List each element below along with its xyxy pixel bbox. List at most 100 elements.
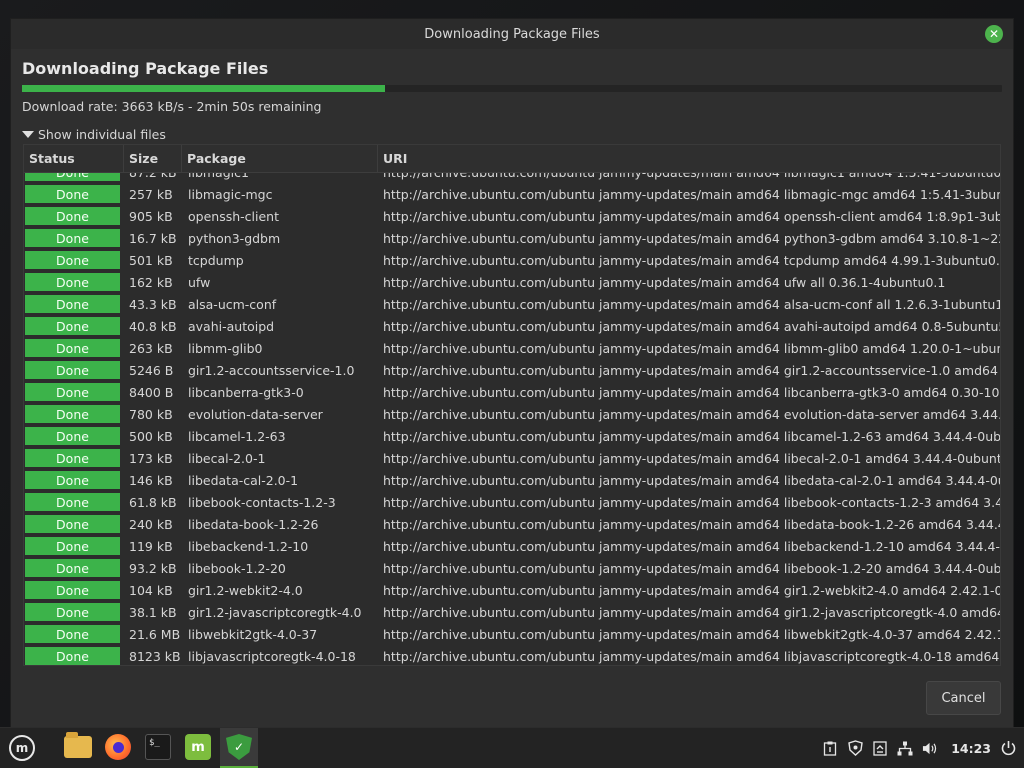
table-row[interactable]: Done 21.6 MB libwebkit2gtk-4.0-37 http://ar… — [24, 623, 1000, 645]
uri-cell: http://archive.ubuntu.com/ubuntu jammy-u… — [383, 362, 1000, 378]
status-cell: Done — [24, 603, 124, 621]
status-badge: Done — [25, 185, 120, 203]
uri-cell: http://archive.ubuntu.com/ubuntu jammy-u… — [383, 450, 1000, 466]
column-header-status[interactable]: Status — [24, 145, 124, 172]
table-rows: Done 87.2 kBlibmagic1 http://archive.ubunt… — [24, 173, 1000, 665]
clock[interactable]: 14:23 — [951, 741, 991, 756]
network-icon[interactable] — [897, 740, 913, 756]
table-row[interactable]: Done 263 kB libmm-glib0 http://archive.ubun… — [24, 337, 1000, 359]
table-row[interactable]: Done 173 kB libecal-2.0-1 http://archive.ub… — [24, 447, 1000, 469]
table-row[interactable]: Done 38.1 kB gir1.2-javascriptcoregtk-4.0 h… — [24, 601, 1000, 623]
mint-update-icon: m — [185, 734, 211, 760]
table-body[interactable]: Done 87.2 kBlibmagic1 http://archive.ubunt… — [24, 173, 1000, 665]
status-cell: Done — [24, 471, 124, 489]
table-row[interactable]: Done 43.3 kB alsa-ucm-conf http://archive.u… — [24, 293, 1000, 315]
status-cell: Done — [24, 427, 124, 445]
table-row[interactable]: Done 119 kB libebackend-1.2-10 http://archi… — [24, 535, 1000, 557]
table-row[interactable]: Done 87.2 kBlibmagic1http://archive.ubunt… — [24, 173, 1000, 183]
size-cell: 8400 B — [129, 384, 174, 400]
menu-button[interactable]: m — [6, 732, 38, 764]
status-badge: Done — [25, 537, 120, 555]
column-header-package[interactable]: Package — [182, 145, 378, 172]
uri-cell: http://archive.ubuntu.com/ubuntu jammy-u… — [383, 384, 1000, 400]
table-row[interactable]: Done 93.2 kB libebook-1.2-20 http://archive… — [24, 557, 1000, 579]
status-cell: Done — [24, 295, 124, 313]
table-row[interactable]: Done 905 kB openssh-client http://archive.u… — [24, 205, 1000, 227]
taskbar-terminal-launcher[interactable]: $_ — [143, 732, 173, 762]
taskbar-firefox-launcher[interactable] — [103, 732, 133, 762]
folder-icon — [64, 732, 92, 758]
size-cell: 146 kB — [129, 472, 173, 488]
table-row[interactable]: Done 8123 kB libjavascriptcoregtk-4.0-18 ht… — [24, 645, 1000, 665]
size-cell: 87.2 kB — [124, 173, 182, 180]
table-row[interactable]: Done 501 kB tcpdump http://archive.ubuntu.c… — [24, 249, 1000, 271]
size-cell: 40.8 kB — [129, 318, 177, 334]
files-table[interactable]: Status Size Package URI Done87.2 kBlibma… — [23, 144, 1001, 666]
close-button[interactable]: ✕ — [985, 25, 1003, 43]
update-tray-icon[interactable] — [872, 740, 888, 756]
uri-cell: http://archive.ubuntu.com/ubuntu jammy-u… — [383, 406, 1000, 422]
status-badge: Done — [25, 559, 120, 577]
table-row[interactable]: Done 500 kB libcamel-1.2-63 http://archive.… — [24, 425, 1000, 447]
table-row[interactable]: Done 780 kB evolution-data-server http://ar… — [24, 403, 1000, 425]
package-cell: libcamel-1.2-63 — [188, 428, 286, 444]
table-row[interactable]: Done 162 kB ufw http://archive.ubuntu.com/u… — [24, 271, 1000, 293]
taskbar-update-manager-window[interactable]: ✓ — [220, 728, 258, 768]
table-row[interactable]: Done 16.7 kB python3-gdbm http://archive.ub… — [24, 227, 1000, 249]
size-cell: 263 kB — [129, 340, 173, 356]
power-icon[interactable] — [1000, 740, 1016, 756]
show-files-expander[interactable]: Show individual files — [22, 127, 166, 142]
status-badge: Done — [25, 173, 120, 181]
status-cell: Done — [24, 273, 124, 291]
size-cell: 162 kB — [129, 274, 173, 290]
table-row[interactable]: Done 40.8 kB avahi-autoipd http://archive.u… — [24, 315, 1000, 337]
uri-cell: http://archive.ubuntu.com/ubuntu jammy-u… — [383, 538, 1000, 554]
table-row[interactable]: Done 257 kB libmagic-mgc http://archive.ubu… — [24, 183, 1000, 205]
package-cell: gir1.2-webkit2-4.0 — [188, 582, 303, 598]
size-cell: 38.1 kB — [129, 604, 177, 620]
terminal-icon: $_ — [145, 734, 171, 760]
status-badge: Done — [25, 449, 120, 467]
size-cell: 8123 kB — [129, 648, 181, 664]
uri-cell: http://archive.ubuntu.com/ubuntu jammy-u… — [383, 560, 1000, 576]
table-row[interactable]: Done 104 kB gir1.2-webkit2-4.0 http://archi… — [24, 579, 1000, 601]
status-badge: Done — [25, 295, 120, 313]
column-header-uri[interactable]: URI — [378, 145, 1000, 172]
size-cell: 780 kB — [129, 406, 173, 422]
uri-cell: http://archive.ubuntu.com/ubuntu jammy-u… — [383, 428, 1000, 444]
taskbar-mint-launcher[interactable]: m — [183, 732, 213, 762]
size-cell: 257 kB — [129, 186, 173, 202]
status-cell: Done — [24, 317, 124, 335]
package-cell: libwebkit2gtk-4.0-37 — [188, 626, 318, 642]
column-header-size[interactable]: Size — [124, 145, 182, 172]
status-badge: Done — [25, 361, 120, 379]
status-badge: Done — [25, 251, 120, 269]
uri-cell: http://archive.ubuntu.com/ubuntu jammy-u… — [383, 516, 1000, 532]
table-row[interactable]: Done 61.8 kB libebook-contacts-1.2-3 http:/… — [24, 491, 1000, 513]
table-header: Status Size Package URI — [24, 145, 1000, 173]
progress-fill — [22, 85, 385, 92]
clipboard-icon[interactable] — [822, 740, 838, 756]
status-cell: Done — [24, 339, 124, 357]
volume-icon[interactable] — [922, 740, 938, 756]
status-badge: Done — [25, 229, 120, 247]
cancel-button[interactable]: Cancel — [926, 681, 1001, 715]
taskbar-files-launcher[interactable] — [63, 732, 93, 762]
update-manager-icon: ✓ — [226, 734, 252, 760]
window-titlebar[interactable]: Downloading Package Files ✕ — [11, 19, 1013, 49]
shield-tray-icon[interactable] — [847, 740, 863, 756]
package-cell: libmagic1 — [182, 173, 378, 180]
status-cell: Done — [24, 383, 124, 401]
table-row[interactable]: Done 240 kB libedata-book-1.2-26 http://arc… — [24, 513, 1000, 535]
package-cell: avahi-autoipd — [188, 318, 275, 334]
package-cell: libedata-book-1.2-26 — [188, 516, 319, 532]
status-cell: Done — [24, 537, 124, 555]
firefox-icon — [105, 734, 131, 760]
table-row[interactable]: Done 146 kB libedata-cal-2.0-1 http://archi… — [24, 469, 1000, 491]
uri-cell: http://archive.ubuntu.com/ubuntu jammy-u… — [383, 296, 1000, 312]
package-cell: libmagic-mgc — [188, 186, 273, 202]
uri-cell: http://archive.ubuntu.com/ubuntu jammy-u… — [383, 340, 1000, 356]
uri-cell: http://archive.ubuntu.com/ubuntu jammy-u… — [383, 186, 1000, 202]
table-row[interactable]: Done 8400 B libcanberra-gtk3-0 http://archi… — [24, 381, 1000, 403]
table-row[interactable]: Done 5246 B gir1.2-accountsservice-1.0 http… — [24, 359, 1000, 381]
